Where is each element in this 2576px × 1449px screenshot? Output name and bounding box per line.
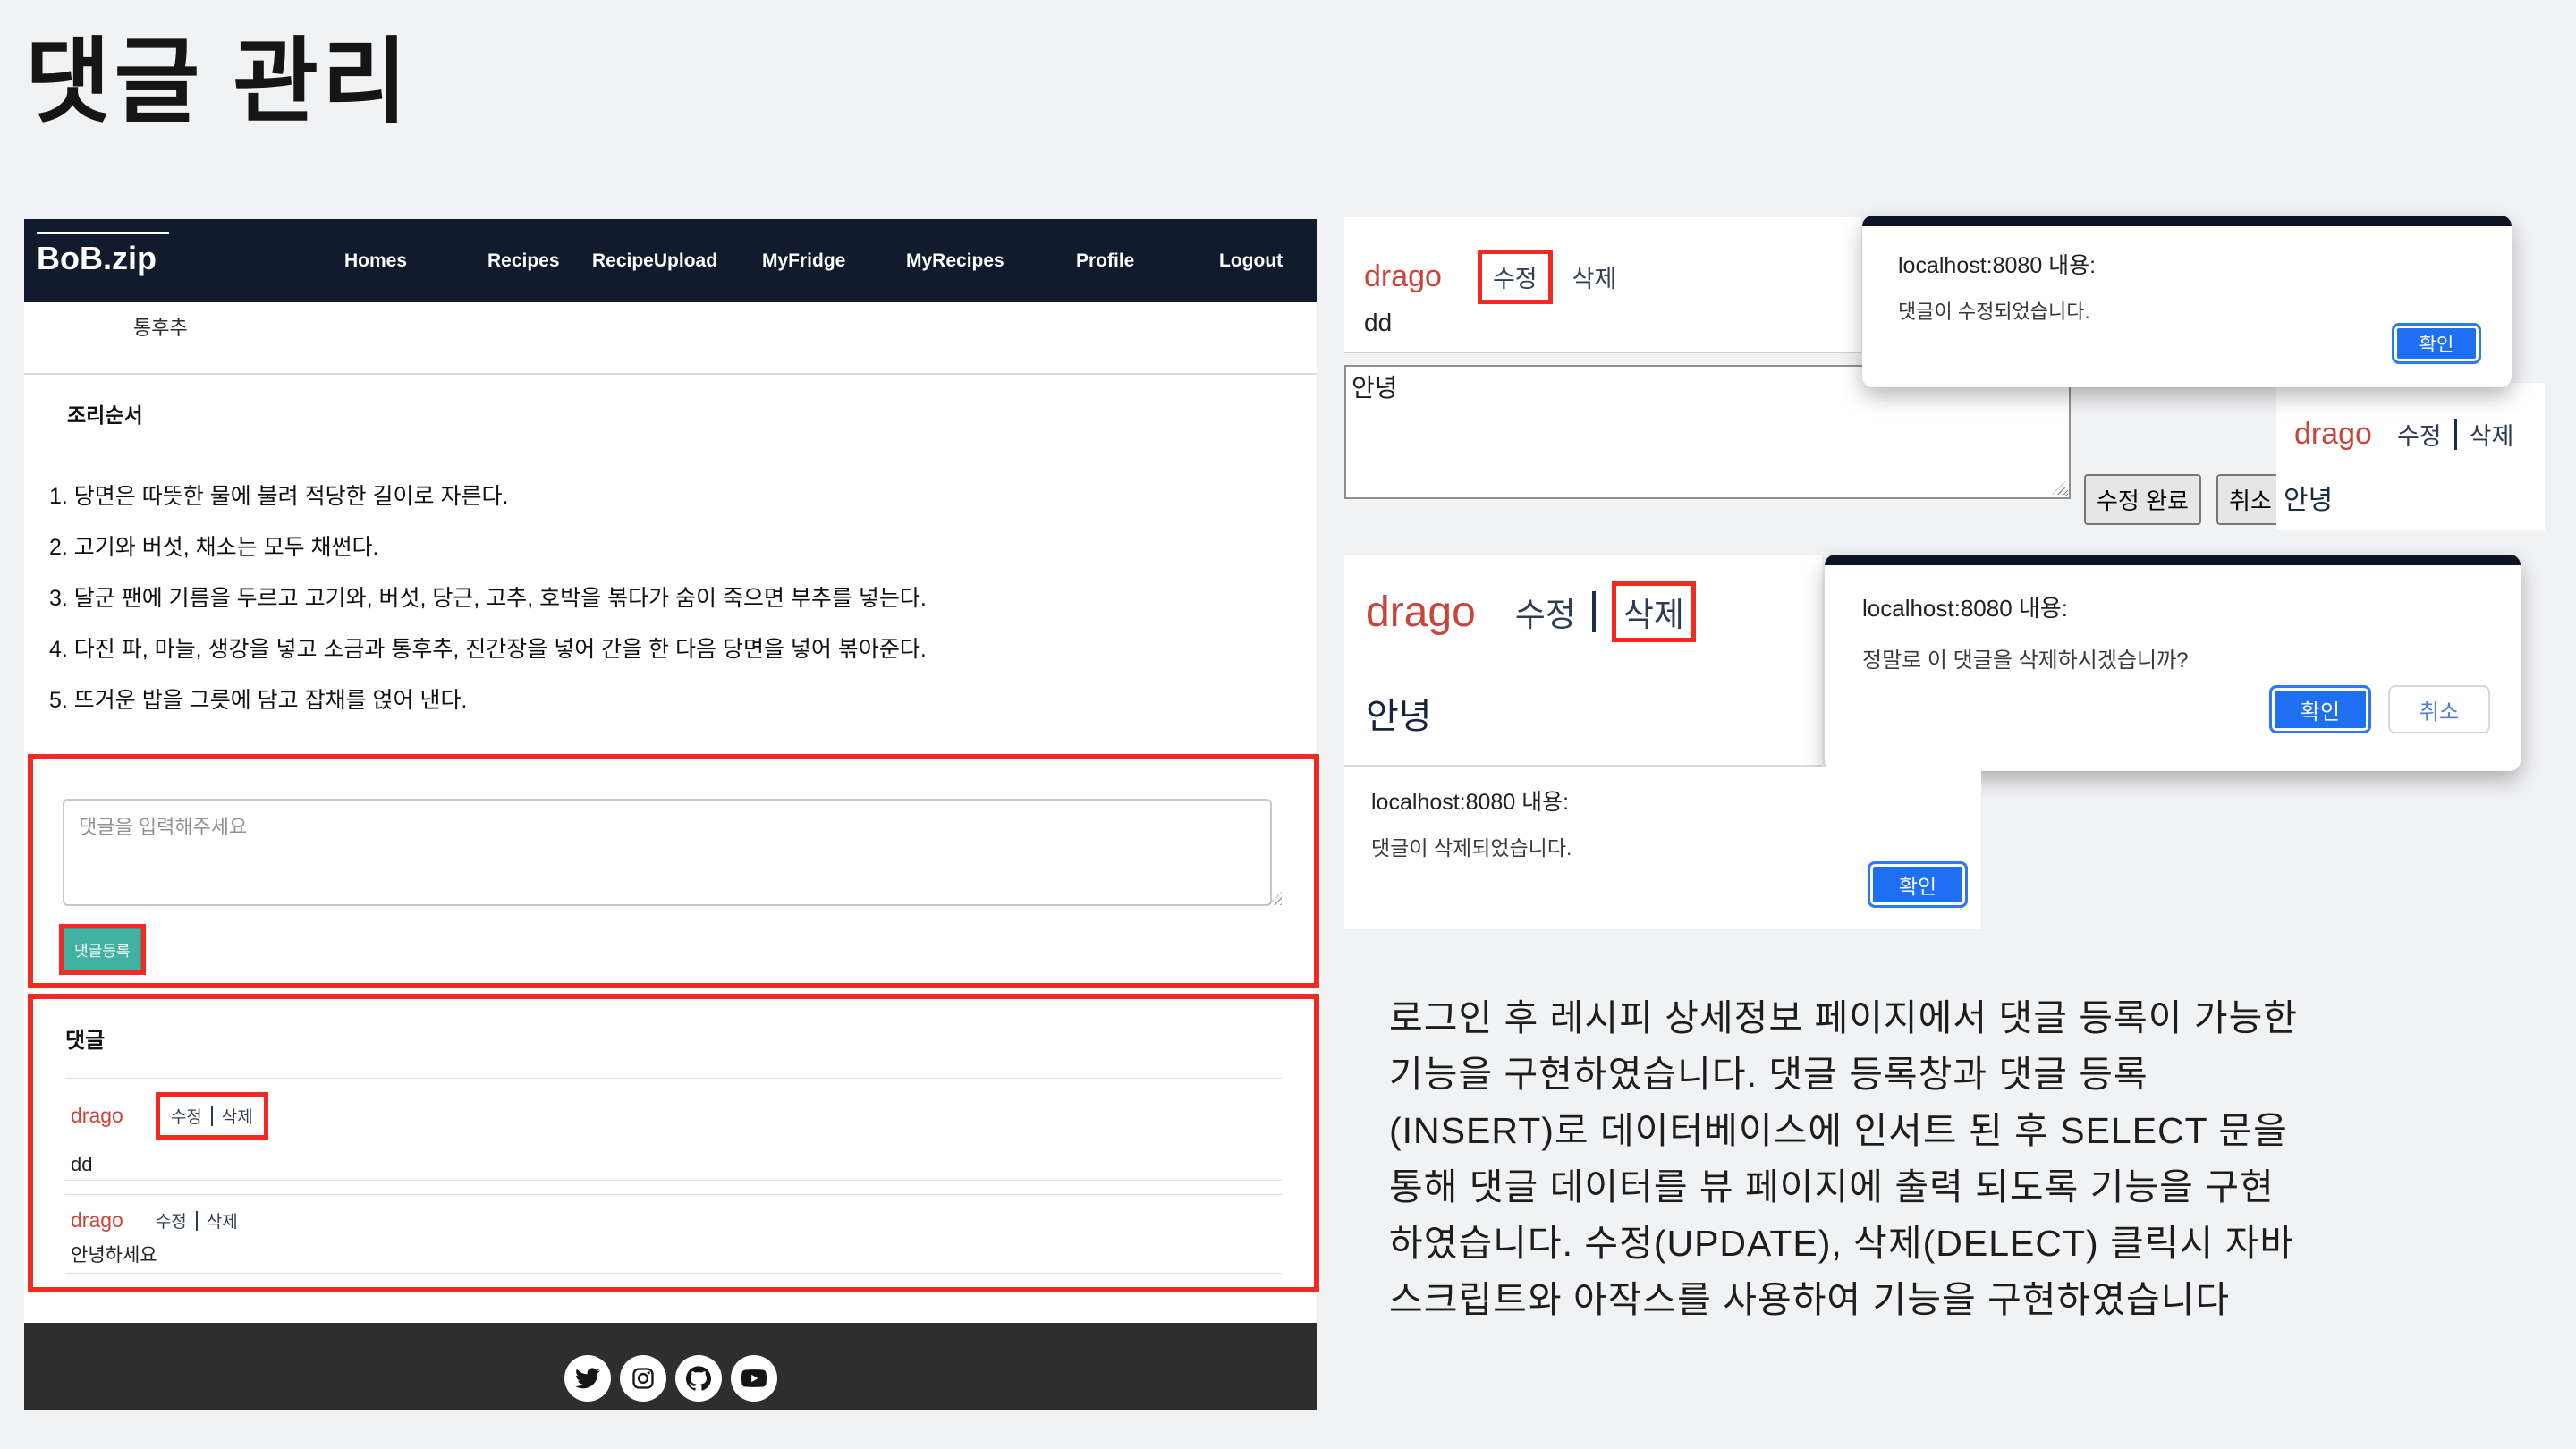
nav-item-recipeupload[interactable]: RecipeUpload: [592, 219, 717, 302]
recipe-step: 4. 다진 파, 마늘, 생강을 넣고 소금과 통후추, 진간장을 넣어 간을 …: [49, 624, 927, 675]
comment-actions: 수정 삭제: [156, 1208, 238, 1233]
edit-comment-link[interactable]: 수정: [2397, 417, 2442, 452]
edit-demo-comment-row: drago 수정 삭제 dd: [1344, 217, 1861, 353]
nav-item-homes[interactable]: Homes: [344, 219, 407, 302]
nav-item-myfridge[interactable]: MyFridge: [762, 219, 845, 302]
delete-demo-comment-row: drago 수정 삭제 안녕: [1344, 555, 1822, 767]
edit-link-highlight[interactable]: 수정: [1478, 250, 1553, 304]
divider: [65, 1273, 1282, 1274]
comment-actions-highlight: 수정 삭제: [156, 1092, 268, 1140]
comment-text: 안녕: [2284, 478, 2333, 517]
comment-list-heading: 댓글: [65, 1022, 105, 1054]
save-edit-button[interactable]: 수정 완료: [2084, 474, 2201, 525]
description-line: (INSERT)로 데이터베이스에 인서트 된 후 SELECT 문을: [1389, 1103, 2525, 1159]
instagram-icon[interactable]: [620, 1355, 666, 1402]
comment-input[interactable]: [63, 799, 1272, 906]
recipe-steps-heading: 조리순서: [67, 398, 143, 428]
recipe-step: 3. 달군 팬에 기름을 두르고 고기와, 버섯, 당근, 고추, 호박을 볶다…: [49, 573, 927, 624]
cancel-edit-button[interactable]: 취소: [2216, 474, 2284, 525]
separator: [2454, 419, 2457, 450]
nav-item-recipes[interactable]: Recipes: [487, 219, 560, 302]
nav-item-profile[interactable]: Profile: [1076, 219, 1134, 302]
alert-dialog-updated: localhost:8080 내용: 댓글이 수정되었습니다. 확인: [1862, 216, 2512, 387]
social-links: [564, 1355, 777, 1402]
delete-comment-link[interactable]: 삭제: [2470, 417, 2514, 452]
comment-username: drago: [2294, 417, 2372, 452]
nav-item-logout[interactable]: Logout: [1219, 219, 1283, 302]
divider: [65, 1078, 1282, 1079]
alert-origin: localhost:8080 내용:: [1898, 248, 2096, 280]
comment-text: 안녕: [1366, 687, 1432, 739]
description-line: 기능을 구현하였습니다. 댓글 등록창과 댓글 등록: [1389, 1046, 2525, 1103]
separator: [1592, 591, 1596, 632]
comment-username: drago: [71, 1104, 123, 1128]
alert-origin: localhost:8080 내용:: [1862, 590, 2068, 623]
separator: [211, 1106, 213, 1126]
recipe-page-screenshot: BoB.zip Homes Recipes RecipeUpload MyFri…: [24, 219, 1317, 1410]
ok-button[interactable]: 확인: [2269, 685, 2371, 733]
nav-item-myrecipes[interactable]: MyRecipes: [906, 219, 1004, 302]
delete-comment-link[interactable]: 삭제: [207, 1208, 238, 1233]
footer: [24, 1323, 1317, 1410]
ok-button[interactable]: 확인: [1868, 861, 1968, 908]
ingredient-text: 통후추: [133, 312, 188, 341]
comment-list-highlight: 댓글 drago 수정 삭제 dd drago 수정 삭제: [28, 994, 1319, 1292]
edited-comment-result: drago 수정 삭제 안녕: [2276, 383, 2545, 530]
comment-submit-highlight: 댓글등록: [59, 924, 146, 975]
comment-row: drago 수정 삭제: [71, 1092, 268, 1140]
divider: [65, 1180, 1282, 1181]
separator: [196, 1211, 198, 1231]
recipe-steps: 1. 당면은 따뜻한 물에 불려 적당한 길이로 자른다. 2. 고기와 버섯,…: [49, 471, 927, 726]
comment-username: drago: [71, 1208, 123, 1233]
delete-comment-link[interactable]: 삭제: [222, 1104, 253, 1128]
cancel-button[interactable]: 취소: [2388, 685, 2490, 733]
description-line: 스크립트와 아작스를 사용하여 기능을 구현하였습니다: [1389, 1272, 2525, 1328]
comment-submit-button[interactable]: 댓글등록: [64, 928, 141, 970]
navbar: BoB.zip Homes Recipes RecipeUpload MyFri…: [24, 219, 1317, 302]
comment-username: drago: [1364, 259, 1442, 294]
edit-comment-link[interactable]: 수정: [156, 1208, 187, 1233]
comment-text: dd: [1364, 309, 1392, 337]
recipe-step: 1. 당면은 따뜻한 물에 불려 적당한 길이로 자른다.: [49, 471, 927, 522]
edit-comment-link[interactable]: 수정: [171, 1104, 202, 1128]
alert-dialog-confirm-delete: localhost:8080 내용: 정말로 이 댓글을 삭제하시겠습니까? 확…: [1825, 555, 2521, 771]
recipe-step: 2. 고기와 버섯, 채소는 모두 채썬다.: [49, 522, 927, 573]
comment-row: drago 수정 삭제: [71, 1208, 238, 1233]
delete-link-highlight[interactable]: 삭제: [1612, 581, 1696, 642]
divider: [24, 373, 1317, 375]
divider: [65, 1194, 1282, 1195]
comment-text: dd: [71, 1153, 92, 1176]
edit-comment-link[interactable]: 수정: [1515, 588, 1576, 636]
alert-dialog-deleted: localhost:8080 내용: 댓글이 삭제되었습니다. 확인: [1344, 767, 1981, 929]
recipe-step: 5. 뜨거운 밥을 그릇에 담고 잡채를 얹어 낸다.: [49, 675, 927, 726]
youtube-icon[interactable]: [731, 1355, 777, 1402]
delete-comment-link[interactable]: 삭제: [1572, 259, 1617, 294]
description-line: 로그인 후 레시피 상세정보 페이지에서 댓글 등록이 가능한: [1389, 990, 2525, 1046]
github-icon[interactable]: [675, 1355, 722, 1402]
comment-username: drago: [1366, 588, 1476, 637]
alert-message: 댓글이 삭제되었습니다.: [1371, 831, 1572, 861]
description-line: 통해 댓글 데이터를 뷰 페이지에 출력 되도록 기능을 구현: [1389, 1159, 2525, 1216]
alert-origin: localhost:8080 내용:: [1371, 784, 1569, 817]
description-line: 하였습니다. 수정(UPDATE), 삭제(DELECT) 클릭시 자바: [1389, 1216, 2525, 1272]
comment-text: 안녕하세요: [71, 1241, 157, 1267]
alert-message: 정말로 이 댓글을 삭제하시겠습니까?: [1862, 642, 2189, 674]
twitter-icon[interactable]: [564, 1355, 611, 1402]
comment-form-highlight: 댓글등록: [28, 754, 1319, 988]
page-title: 댓글 관리: [25, 5, 411, 140]
brand-logo[interactable]: BoB.zip: [37, 232, 169, 277]
ok-button[interactable]: 확인: [2392, 323, 2481, 364]
description-text: 로그인 후 레시피 상세정보 페이지에서 댓글 등록이 가능한 기능을 구현하였…: [1389, 990, 2525, 1328]
alert-message: 댓글이 수정되었습니다.: [1898, 296, 2090, 325]
